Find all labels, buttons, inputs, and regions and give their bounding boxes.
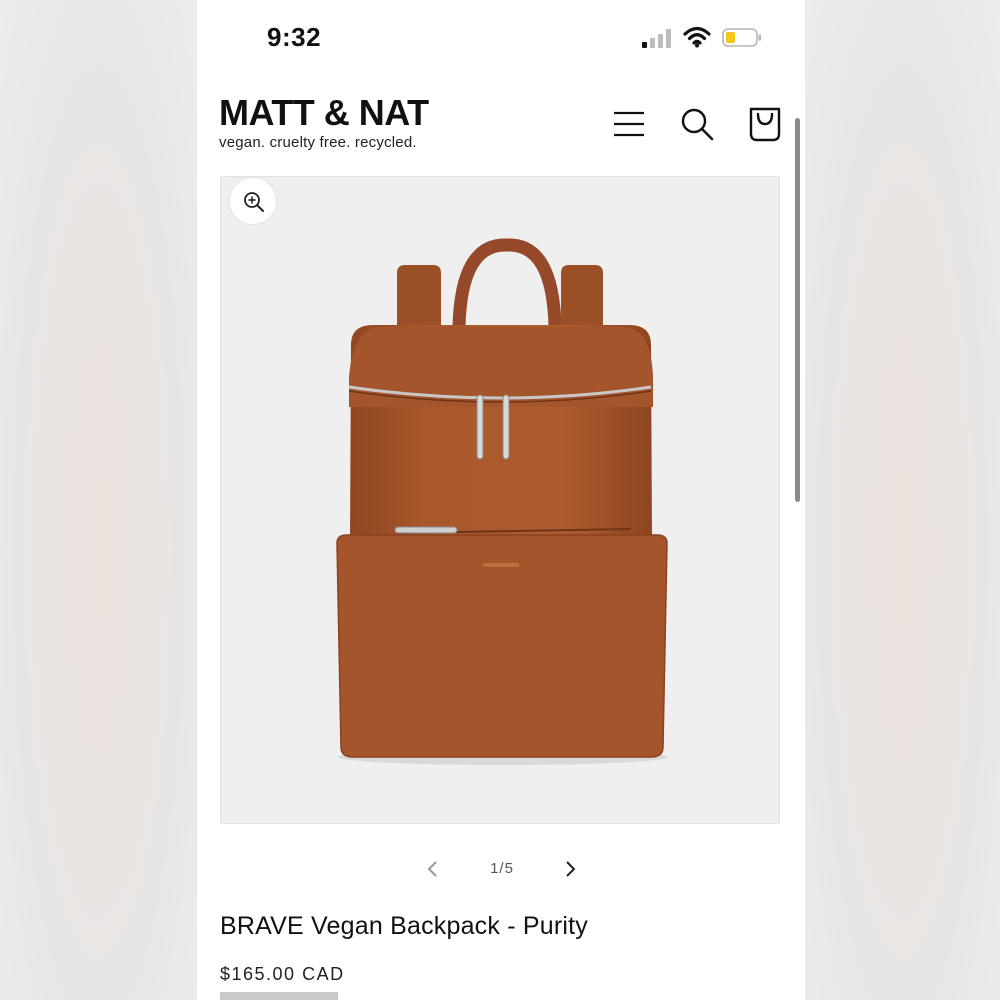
product-title: BRAVE Vegan Backpack - Purity	[220, 912, 589, 940]
search-icon[interactable]	[677, 104, 717, 144]
brand-name: MATT & NAT	[219, 92, 429, 133]
phone-screen: 9:32 MATT & NAT vegan. cruelty free. rec…	[197, 0, 805, 1000]
scrollbar[interactable]	[795, 118, 800, 502]
battery-low-icon	[722, 28, 761, 47]
status-time: 9:32	[267, 22, 322, 52]
chevron-left-icon[interactable]	[422, 858, 444, 880]
menu-icon[interactable]	[609, 104, 649, 144]
chevron-right-icon[interactable]	[559, 858, 581, 880]
zoom-button[interactable]	[229, 177, 277, 225]
product-price: $165.00 CAD	[220, 964, 345, 984]
brand-logo[interactable]: MATT & NAT vegan. cruelty free. recycled…	[219, 92, 429, 152]
shopping-bag-icon[interactable]	[745, 104, 785, 144]
background-left	[0, 0, 197, 1000]
gallery-counter: 1/5	[490, 860, 514, 877]
wifi-icon	[683, 26, 711, 48]
gallery-pager: 1/5	[197, 850, 805, 890]
product-image	[336, 238, 668, 765]
background-right	[805, 0, 1000, 1000]
cellular-signal-icon	[642, 28, 672, 48]
zoom-in-icon	[244, 192, 264, 212]
color-swatch[interactable]	[220, 992, 338, 1000]
brand-tagline: vegan. cruelty free. recycled.	[219, 134, 417, 151]
product-image-gallery[interactable]	[220, 176, 780, 824]
